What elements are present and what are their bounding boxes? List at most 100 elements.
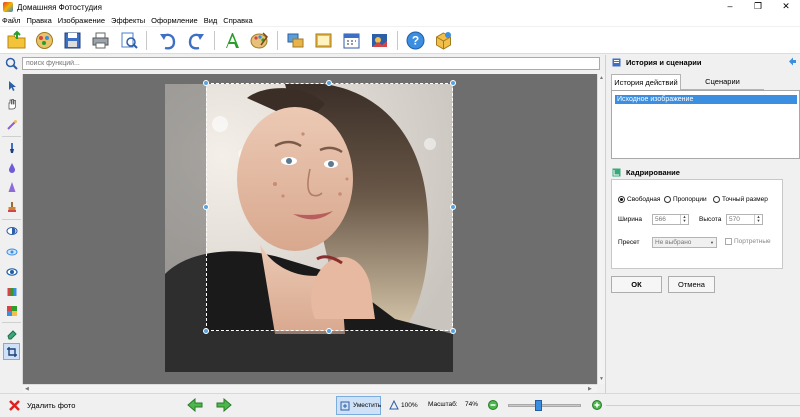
crop-handle-top-middle[interactable] xyxy=(326,80,332,86)
magic-wand-icon[interactable] xyxy=(4,117,19,132)
toolbar-separator xyxy=(146,31,147,50)
drop-icon[interactable] xyxy=(4,160,19,175)
palette-icon[interactable] xyxy=(249,30,270,51)
hand-icon[interactable] xyxy=(4,96,19,111)
brush-icon[interactable] xyxy=(4,140,19,155)
sharpen-icon[interactable] xyxy=(4,179,19,194)
vertical-scrollbar[interactable]: ▲ ▼ xyxy=(597,74,605,384)
help-icon[interactable]: ? xyxy=(405,30,426,51)
zoom-100-label: 100% xyxy=(401,401,418,409)
contrast-icon[interactable] xyxy=(4,223,19,238)
height-value: 570 xyxy=(729,216,740,223)
frame-icon[interactable] xyxy=(313,30,334,51)
crop-handle-top-left[interactable] xyxy=(203,80,209,86)
package-icon[interactable] xyxy=(433,30,454,51)
crop-handle-middle-left[interactable] xyxy=(203,204,209,210)
levels-icon[interactable] xyxy=(4,284,19,299)
toolbar-separator xyxy=(397,31,398,50)
radio-free[interactable] xyxy=(618,196,625,203)
scroll-right-icon[interactable]: ▶ xyxy=(588,386,592,392)
toolbox-separator xyxy=(2,219,21,220)
scroll-down-icon[interactable]: ▼ xyxy=(599,376,604,382)
scroll-left-icon[interactable]: ◀ xyxy=(25,386,29,392)
zoom-in-icon[interactable] xyxy=(592,400,602,412)
width-spin-arrows[interactable]: ▲ ▼ xyxy=(680,215,688,224)
color-balance-icon[interactable] xyxy=(4,303,19,318)
portrait-checkbox[interactable] xyxy=(725,238,732,245)
close-window-button[interactable]: ✕ xyxy=(774,0,798,14)
delete-photo-button[interactable]: Удалить фото xyxy=(8,399,75,412)
dropdown-chevron-icon: ▼ xyxy=(710,240,714,245)
zoom-100-button[interactable]: 100% xyxy=(389,400,418,410)
tab-history[interactable]: История действий xyxy=(611,74,681,90)
menu-file[interactable]: Файл xyxy=(2,16,20,25)
next-photo-icon[interactable] xyxy=(216,397,232,414)
width-stepper[interactable]: 566 ▲ ▼ xyxy=(652,214,689,225)
minimize-button[interactable]: – xyxy=(718,0,742,14)
width-label: Ширина xyxy=(618,216,643,223)
stamp-icon[interactable] xyxy=(4,199,19,214)
zoom-100-icon xyxy=(389,400,399,410)
zoom-out-icon[interactable] xyxy=(488,400,498,412)
postcard-icon[interactable] xyxy=(369,30,390,51)
toolbox-separator xyxy=(2,136,21,137)
delete-photo-label: Удалить фото xyxy=(27,401,76,410)
radio-exact-size[interactable] xyxy=(713,196,720,203)
crop-handle-bottom-middle[interactable] xyxy=(326,328,332,334)
maximize-button[interactable]: ❐ xyxy=(746,0,770,14)
height-stepper[interactable]: 570 ▲ ▼ xyxy=(726,214,763,225)
redo-icon[interactable] xyxy=(186,30,207,51)
print-icon[interactable] xyxy=(90,30,111,51)
ok-button[interactable]: ОК xyxy=(611,276,662,293)
previous-photo-icon[interactable] xyxy=(187,397,203,414)
pin-icon[interactable] xyxy=(788,57,797,66)
crop-handle-middle-right[interactable] xyxy=(450,204,456,210)
cancel-button[interactable]: Отмена xyxy=(668,276,715,293)
crop-handle-bottom-left[interactable] xyxy=(203,328,209,334)
horizontal-scrollbar[interactable]: ◀ ▶ xyxy=(23,384,597,393)
tab-scenarios[interactable]: Сценарии xyxy=(681,74,764,90)
cancel-label: Отмена xyxy=(678,280,705,289)
radio-proportions[interactable] xyxy=(664,196,671,203)
zoom-slider[interactable] xyxy=(508,400,581,411)
eraser-icon[interactable] xyxy=(4,326,19,341)
eye-light-icon[interactable] xyxy=(4,244,19,259)
save-icon[interactable] xyxy=(62,30,83,51)
pointer-icon[interactable] xyxy=(4,78,19,93)
menu-help[interactable]: Справка xyxy=(223,16,252,25)
open-folder-icon[interactable] xyxy=(6,30,27,51)
left-toolbox xyxy=(0,74,23,384)
open-photo-icon[interactable] xyxy=(34,30,55,51)
text-icon[interactable] xyxy=(222,30,243,51)
crop-tool-icon[interactable] xyxy=(3,343,20,360)
menu-effects[interactable]: Эффекты xyxy=(111,16,145,25)
undo-icon[interactable] xyxy=(157,30,178,51)
height-spin-arrows[interactable]: ▲ ▼ xyxy=(754,215,762,224)
search-icon[interactable] xyxy=(5,57,18,70)
zoom-slider-thumb[interactable] xyxy=(535,400,542,411)
menu-decoration[interactable]: Оформление xyxy=(151,16,198,25)
fit-label: Уместить xyxy=(353,402,382,409)
right-panel: История и сценарии История действий Сцен… xyxy=(605,55,800,393)
menu-edit[interactable]: Правка xyxy=(26,16,51,25)
crop-mask-bottom xyxy=(165,331,453,372)
function-search-row xyxy=(0,55,605,72)
app-icon xyxy=(3,2,13,12)
image-canvas[interactable] xyxy=(23,74,597,384)
preset-select[interactable]: Не выбрано ▼ xyxy=(652,237,717,248)
portrait-label: Портретные xyxy=(734,238,771,245)
crop-frame[interactable] xyxy=(206,83,453,331)
collage-icon[interactable] xyxy=(285,30,306,51)
eye-icon[interactable] xyxy=(4,264,19,279)
crop-handle-top-right[interactable] xyxy=(450,80,456,86)
history-panel-title: История и сценарии xyxy=(626,57,702,67)
search-input[interactable] xyxy=(22,57,600,70)
scroll-up-icon[interactable]: ▲ xyxy=(599,75,604,81)
fit-button[interactable]: Уместить xyxy=(336,396,381,415)
menu-view[interactable]: Вид xyxy=(204,16,218,25)
menu-image[interactable]: Изображение xyxy=(58,16,105,25)
crop-handle-bottom-right[interactable] xyxy=(450,328,456,334)
history-item-original[interactable]: Исходное изображение xyxy=(615,95,797,104)
preview-icon[interactable] xyxy=(118,30,139,51)
calendar-icon[interactable] xyxy=(341,30,362,51)
